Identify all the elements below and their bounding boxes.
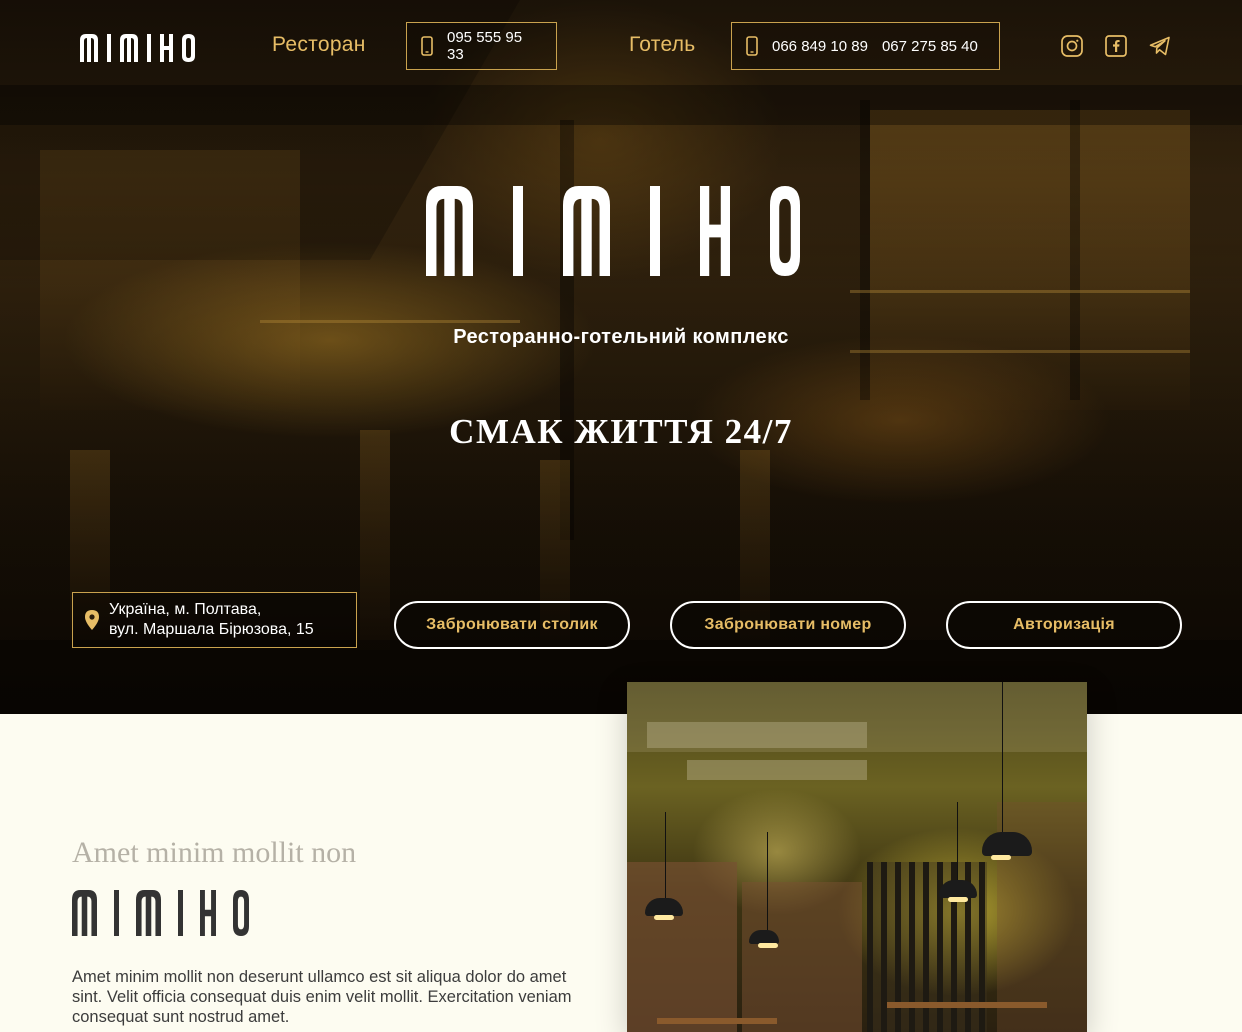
about-kicker: Amet minim mollit non xyxy=(72,836,357,869)
logo-letter-o xyxy=(770,186,800,276)
about-logo xyxy=(72,888,249,936)
restaurant-interior-photo xyxy=(627,682,1087,1032)
logo-letter-m xyxy=(80,34,98,62)
logo-letter-i xyxy=(178,890,183,936)
about-text: Amet minim mollit non deserunt ullamco e… xyxy=(72,968,572,1026)
logo-letter-i xyxy=(513,186,523,276)
hotel-phone-number-1: 066 849 10 89 xyxy=(772,37,868,55)
header-logo[interactable] xyxy=(80,32,195,62)
hotel-phone-box[interactable]: 066 849 10 89 067 275 85 40 xyxy=(731,22,1000,70)
logo-letter-m xyxy=(426,186,473,276)
phone-icon xyxy=(421,36,433,56)
address-line-2: вул. Маршала Бірюзова, 15 xyxy=(109,621,314,638)
logo-letter-m xyxy=(72,890,97,936)
logo-letter-m xyxy=(563,186,610,276)
hero-slogan: СМАК ЖИТТЯ 24/7 xyxy=(449,412,793,451)
login-button[interactable]: Авторизація xyxy=(946,601,1182,649)
restaurant-phone-box[interactable]: 095 555 95 33 xyxy=(406,22,557,70)
address-line-1: Україна, м. Полтава, xyxy=(109,601,262,618)
telegram-icon[interactable] xyxy=(1148,34,1172,58)
nav-restaurant-link[interactable]: Ресторан xyxy=(272,33,366,57)
address-text: Україна, м. Полтава, вул. Маршала Бірюзо… xyxy=(109,600,314,640)
address-box: Україна, м. Полтава, вул. Маршала Бірюзо… xyxy=(72,592,357,648)
logo-letter-i xyxy=(650,186,660,276)
hotel-phone-number-2: 067 275 85 40 xyxy=(881,37,978,55)
facebook-icon[interactable] xyxy=(1104,34,1128,58)
logo-letter-o xyxy=(182,34,195,62)
logo-letter-i xyxy=(147,34,151,62)
hero-logo xyxy=(426,186,800,276)
hero-subtitle: Ресторанно-готельний комплекс xyxy=(453,326,789,348)
logo-letter-o xyxy=(233,890,249,936)
restaurant-phone-number: 095 555 95 33 xyxy=(447,29,523,63)
logo-letter-h xyxy=(700,186,730,276)
phone-icon xyxy=(746,36,758,56)
book-room-button[interactable]: Забронювати номер xyxy=(670,601,906,649)
location-pin-icon xyxy=(85,610,99,630)
nav-hotel-link[interactable]: Готель xyxy=(629,33,696,57)
logo-letter-m xyxy=(120,34,138,62)
logo-letter-h xyxy=(200,890,216,936)
instagram-icon[interactable] xyxy=(1060,34,1084,58)
logo-letter-m xyxy=(136,890,161,936)
logo-letter-i xyxy=(114,890,119,936)
logo-letter-i xyxy=(107,34,111,62)
logo-letter-h xyxy=(160,34,173,62)
book-table-button[interactable]: Забронювати столик xyxy=(394,601,630,649)
